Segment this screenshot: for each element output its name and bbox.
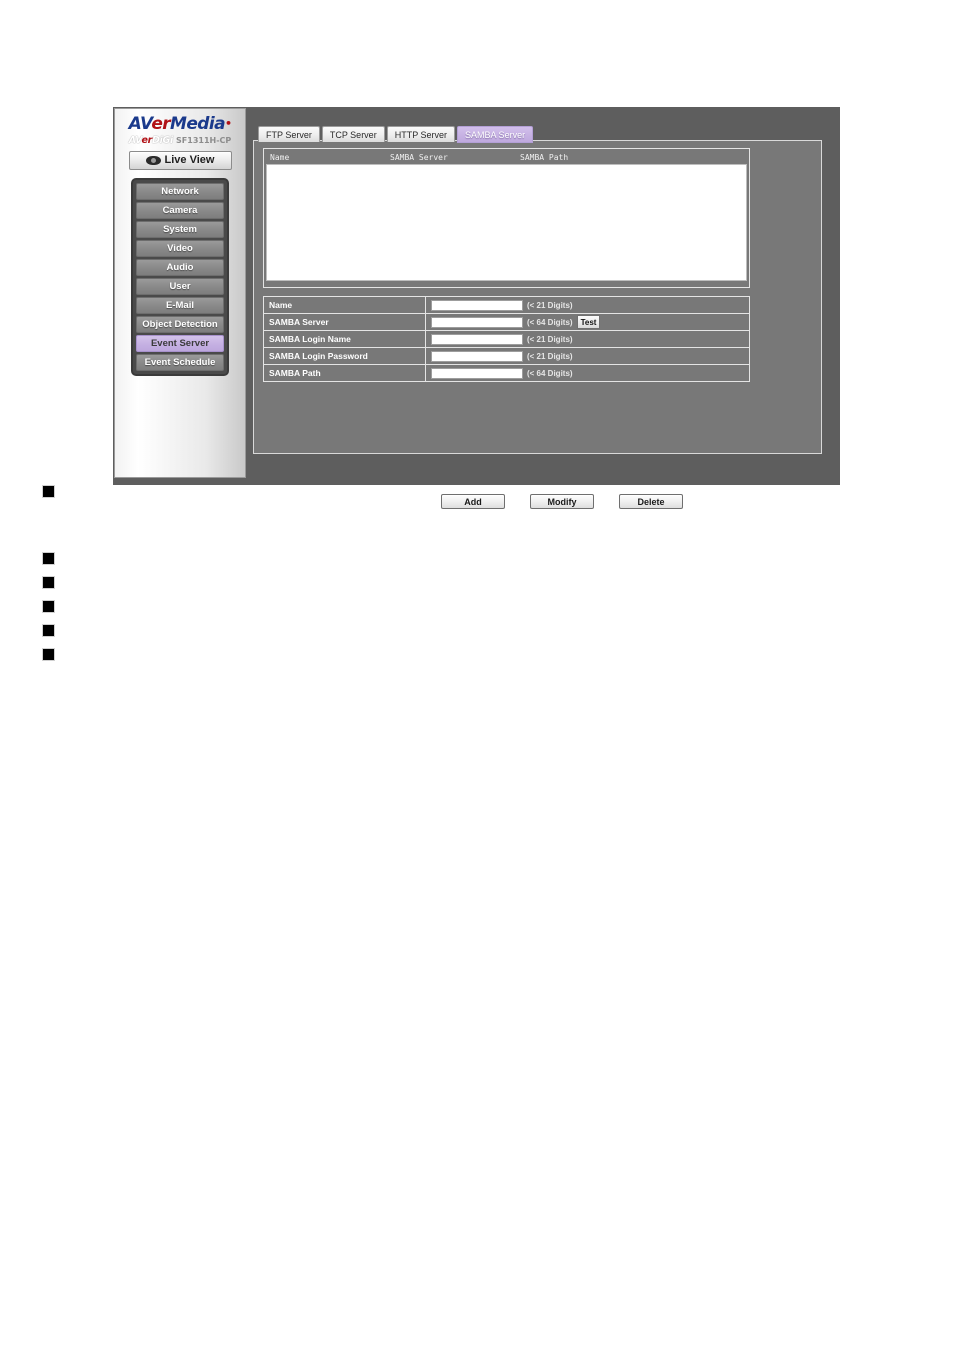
add-button[interactable]: Add [441,494,505,509]
brand-er: er [151,114,171,134]
samba-server-form: Name (< 21 Digits) SAMBA Server (< 64 Digit… [263,296,750,382]
form-label-samba-login-password: SAMBA Login Password [264,348,426,364]
form-hint-samba-server: (< 64 Digits) [527,317,573,327]
form-label-samba-path: SAMBA Path [264,365,426,381]
tab-label: HTTP Server [394,129,448,140]
brand-sub-er: er [141,135,153,146]
live-view-label: Live View [164,154,215,166]
tab-label: TCP Server [329,129,377,140]
samba-login-password-input[interactable] [431,350,523,362]
brand-media: Media [170,114,226,134]
sidebar-item-system[interactable]: System [136,221,224,238]
square-bullet-icon [42,600,55,613]
brand-logo: AVerMedia• AVerDiGi SF1311H-CP [115,115,245,146]
live-view-button[interactable]: Live View [128,151,232,170]
tab-label: SAMBA Server [465,129,526,140]
form-label-samba-login-name: SAMBA Login Name [264,331,426,347]
server-records-box: Name SAMBA Server SAMBA Path [263,148,750,288]
column-header-name: Name [270,153,290,162]
action-button-row: Add Modify Delete [441,494,683,509]
form-label-samba-server: SAMBA Server [264,314,426,330]
square-bullet-icon [42,576,55,589]
sidebar-item-label: E-Mail [166,300,194,311]
sidebar-item-event-schedule[interactable]: Event Schedule [136,354,224,371]
tab-label: FTP Server [266,129,312,140]
sidebar-item-label: Object Detection [142,319,218,330]
sidebar-item-user[interactable]: User [136,278,224,295]
sidebar-item-video[interactable]: Video [136,240,224,257]
brand-sub-line: AVerDiGi SF1311H-CP [115,135,245,146]
bullet-item [42,624,65,637]
brand-dot: • [224,117,232,130]
bullet-item [42,485,65,498]
model-number: SF1311H-CP [176,136,232,145]
bullet-item [42,648,65,661]
samba-server-input[interactable] [431,316,523,328]
samba-path-input[interactable] [431,367,523,379]
sidebar-item-label: User [169,281,191,292]
eye-icon [145,156,161,165]
delete-button[interactable]: Delete [619,494,683,509]
bullet-item [42,576,65,589]
tab-http-server[interactable]: HTTP Server [386,126,456,142]
sidebar-item-label: Video [167,243,193,254]
square-bullet-icon [42,485,55,498]
records-list[interactable] [266,164,747,281]
test-button[interactable]: Test [576,315,601,329]
brand-sub-av: AV [128,135,142,146]
content-pane: FTP Server TCP Server HTTP Server SAMBA Ser… [251,108,839,509]
tab-strip: FTP Server TCP Server HTTP Server SAMBA Ser… [258,126,534,143]
sidebar-item-label: System [163,224,197,235]
name-input[interactable] [431,299,523,311]
sidebar-nav: Network Camera System Video Audio User E-Mail O… [131,178,229,376]
tab-ftp-server[interactable]: FTP Server [258,126,320,142]
form-hint-samba-path: (< 64 Digits) [527,368,573,378]
samba-login-name-input[interactable] [431,333,523,345]
square-bullet-icon [42,648,55,661]
column-header-samba-path: SAMBA Path [520,153,569,162]
form-hint-samba-login-password: (< 21 Digits) [527,351,573,361]
sidebar-item-label: Event Schedule [144,357,216,368]
form-row-samba-server: SAMBA Server (< 64 Digits) Test [264,314,749,331]
device-web-ui-screenshot: AVerMedia• AVerDiGi SF1311H-CP Live View… [113,107,840,509]
form-value-samba-login-name: (< 21 Digits) [426,333,749,345]
form-row-samba-login-name: SAMBA Login Name (< 21 Digits) [264,331,749,348]
sidebar-item-label: Network [161,186,199,197]
form-hint-name: (< 21 Digits) [527,300,573,310]
form-value-samba-server: (< 64 Digits) Test [426,315,749,329]
form-value-samba-login-password: (< 21 Digits) [426,350,749,362]
bullet-item [42,600,65,613]
sidebar-item-e-mail[interactable]: E-Mail [136,297,224,314]
sidebar: AVerMedia• AVerDiGi SF1311H-CP Live View… [114,108,246,478]
bullet-item [42,552,65,565]
sidebar-item-label: Event Server [150,338,210,349]
sidebar-item-object-detection[interactable]: Object Detection [136,316,224,333]
form-value-samba-path: (< 64 Digits) [426,367,749,379]
form-value-name: (< 21 Digits) [426,299,749,311]
form-hint-samba-login-name: (< 21 Digits) [527,334,573,344]
sidebar-item-label: Audio [166,262,194,273]
settings-panel: Name SAMBA Server SAMBA Path Name (< 21 D… [253,140,822,509]
modify-button[interactable]: Modify [530,494,594,509]
sidebar-item-audio[interactable]: Audio [136,259,224,276]
sidebar-item-label: Camera [162,205,198,216]
form-label-name: Name [264,297,426,313]
sidebar-item-network[interactable]: Network [136,183,224,200]
square-bullet-icon [42,552,55,565]
square-bullet-icon [42,624,55,637]
sidebar-item-camera[interactable]: Camera [136,202,224,219]
brand-sub-digi: DiGi [152,135,174,146]
brand-name: AVerMedia• [115,115,245,133]
form-row-samba-path: SAMBA Path (< 64 Digits) [264,365,749,382]
records-column-headers: Name SAMBA Server SAMBA Path [266,151,747,164]
brand-av: AV [128,114,152,134]
form-row-samba-login-password: SAMBA Login Password (< 21 Digits) [264,348,749,365]
tab-samba-server[interactable]: SAMBA Server [457,126,534,143]
sidebar-item-event-server[interactable]: Event Server [136,335,224,352]
form-row-name: Name (< 21 Digits) [264,297,749,314]
tab-tcp-server[interactable]: TCP Server [321,126,385,142]
column-header-samba-server: SAMBA Server [390,153,448,162]
